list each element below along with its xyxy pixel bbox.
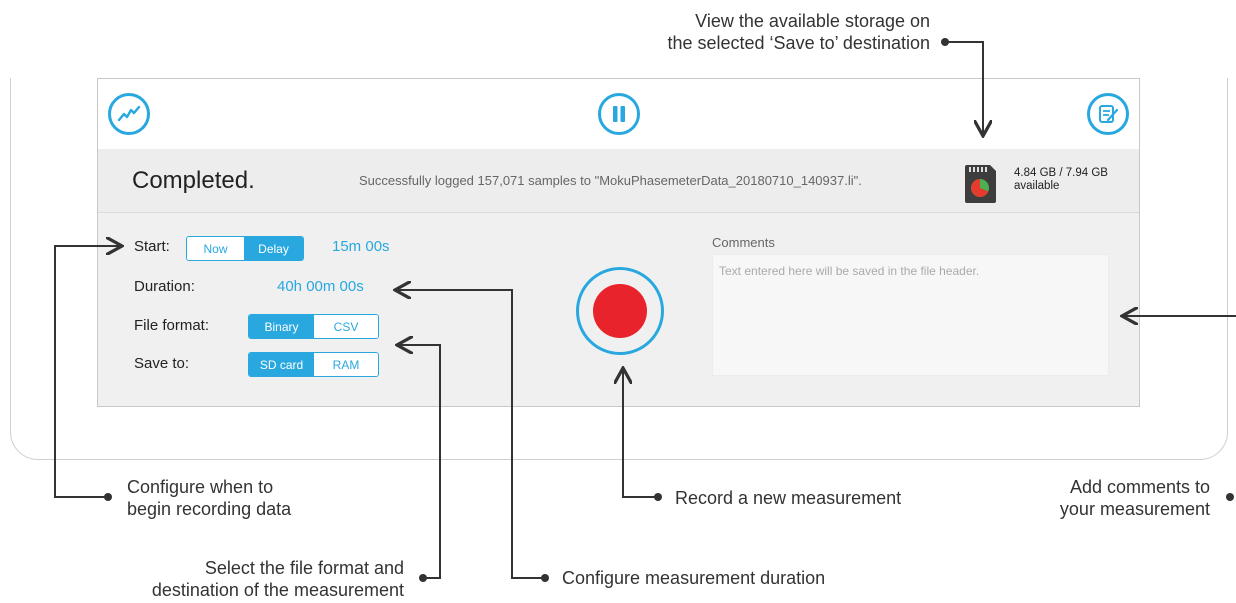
annotation-comments-line2: your measurement (1059, 499, 1210, 519)
callout-dot (104, 493, 112, 501)
annotation-record: Record a new measurement (675, 488, 902, 508)
annotation-start-line2: begin recording data (127, 499, 292, 519)
callout-dot (654, 493, 662, 501)
callout-dot (541, 574, 549, 582)
annotation-duration: Configure measurement duration (562, 568, 826, 588)
annotation-start-line1: Configure when to (127, 477, 274, 497)
annotation-format-line1: Select the file format and (204, 558, 404, 578)
annotation-storage-line1: View the available storage on (695, 11, 930, 31)
annotation-format: Select the file format and destination o… (152, 557, 404, 601)
callout-dot (1226, 493, 1234, 501)
annotation-start: Configure when to begin recording data (127, 476, 291, 520)
annotation-comments: Add comments to your measurement (1060, 476, 1210, 520)
annotation-storage-line2: the selected ‘Save to’ destination (667, 33, 930, 53)
callout-dot (419, 574, 427, 582)
annotation-storage: View the available storage on the select… (667, 10, 930, 54)
callout-dot (941, 38, 949, 46)
annotation-comments-line1: Add comments to (1069, 477, 1210, 497)
annotation-format-line2: destination of the measurement (151, 580, 404, 600)
